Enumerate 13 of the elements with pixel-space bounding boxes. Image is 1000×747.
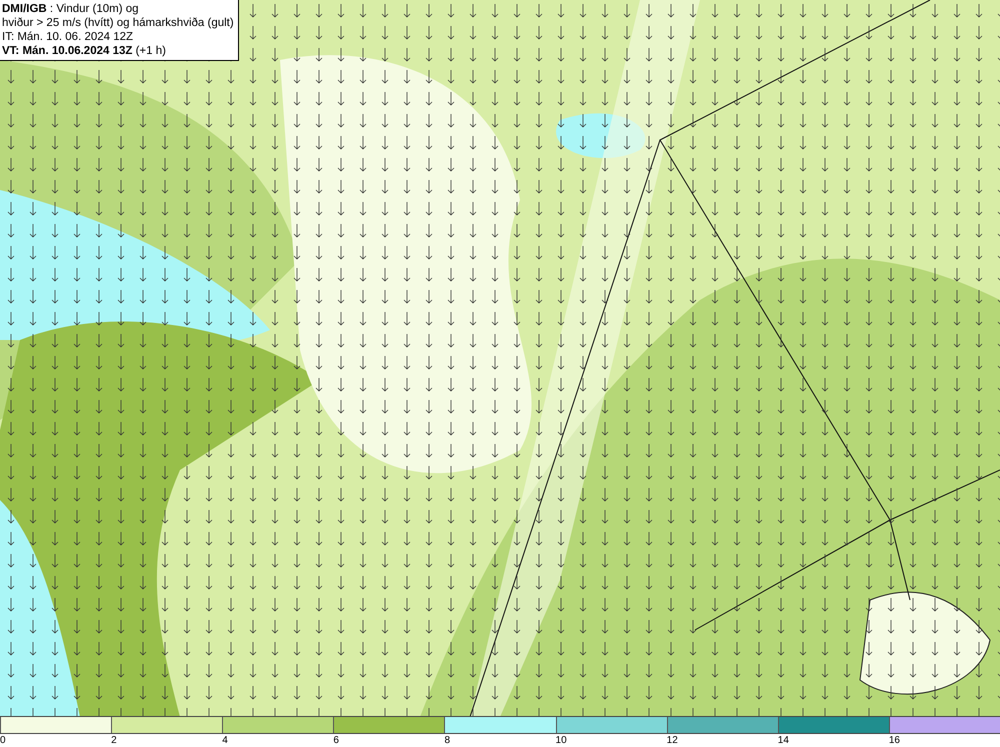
- legend-tick-label: 14: [778, 734, 789, 747]
- legend-tick-label: 8: [444, 734, 450, 747]
- legend-tick-label: 0: [0, 734, 6, 747]
- legend-tick-label: 10: [556, 734, 567, 747]
- title-line: VT: Mán. 10.06.2024 13Z (+1 h): [2, 44, 167, 58]
- title-line: DMI/IGB : Vindur (10m) og: [2, 2, 140, 16]
- title-line: IT: Mán. 10. 06. 2024 12Z: [2, 30, 134, 44]
- title-line: hviður > 25 m/s (hvítt) og hámarkshviða (gult): [2, 16, 234, 30]
- legend-tick-label: 16: [888, 734, 900, 747]
- legend-tick-label: 2: [111, 734, 117, 747]
- legend-tick-label: 4: [222, 734, 228, 747]
- legend-tick-label: 12: [666, 734, 678, 747]
- legend-tick-label: 6: [333, 734, 339, 747]
